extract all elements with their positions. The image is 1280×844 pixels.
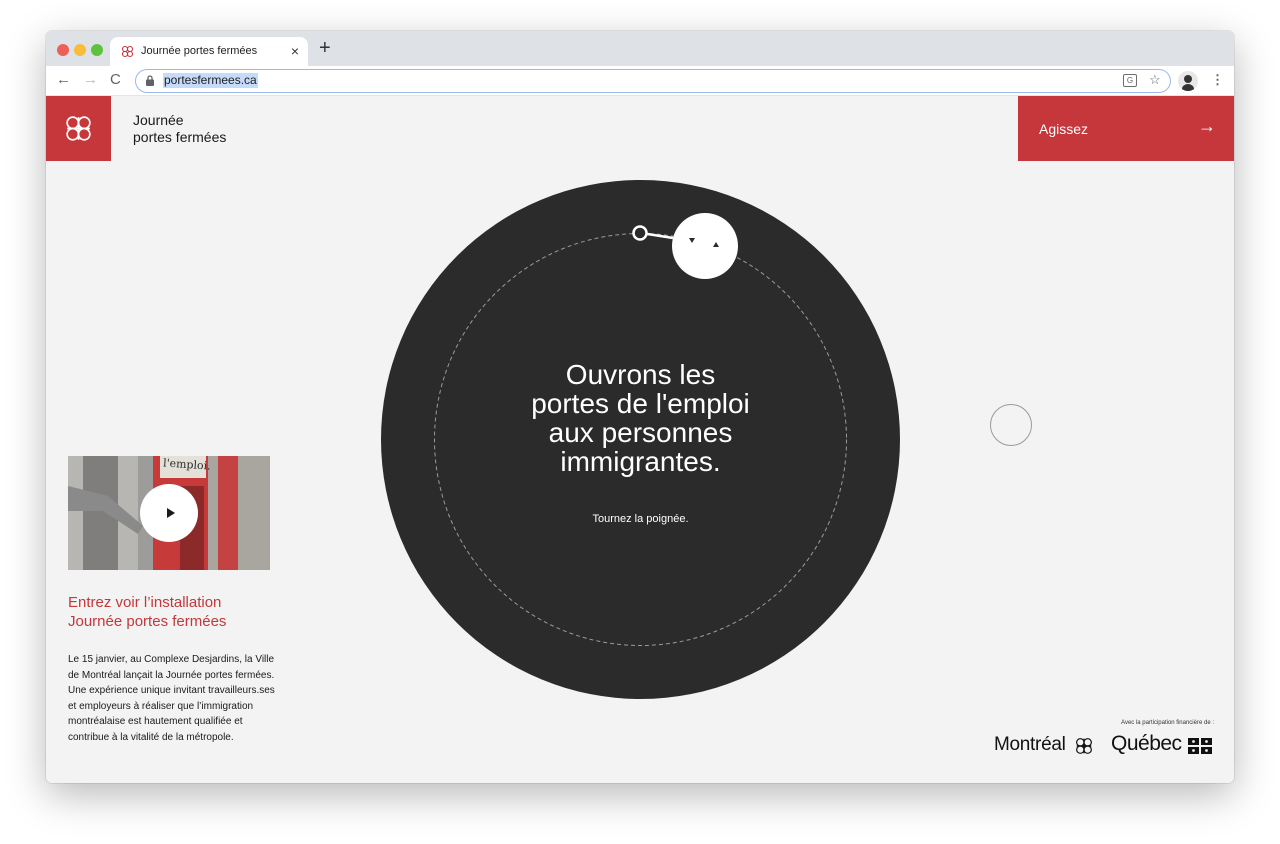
montreal-flower-icon xyxy=(66,116,91,141)
dial-handle[interactable] xyxy=(672,213,738,279)
close-window-button[interactable] xyxy=(57,44,69,56)
sponsor-caption: Avec la participation financière de : xyxy=(1121,720,1214,726)
site-title[interactable]: Journée portes fermées xyxy=(133,112,226,146)
handle-marker xyxy=(689,238,695,243)
new-tab-button[interactable]: + xyxy=(319,38,331,58)
quebec-logo-text: Québec xyxy=(1111,732,1182,755)
home-logo-button[interactable] xyxy=(46,96,111,161)
minimize-window-button[interactable] xyxy=(74,44,86,56)
site-title-line-1: Journée xyxy=(133,112,184,128)
browser-window: Journée portes fermées × + ← → C portesf… xyxy=(46,31,1234,783)
video-description: Le 15 janvier, au Complexe Desjardins, l… xyxy=(68,654,275,743)
translate-icon[interactable]: G xyxy=(1123,74,1137,87)
handle-marker xyxy=(713,242,719,247)
play-icon[interactable] xyxy=(140,484,198,542)
dial-hint: Tournez la poignée. xyxy=(592,513,689,525)
back-button[interactable]: ← xyxy=(56,71,71,89)
cursor-circle xyxy=(990,404,1032,446)
profile-avatar[interactable] xyxy=(1178,71,1198,91)
montreal-flower-icon xyxy=(1076,738,1092,754)
reload-button[interactable]: C xyxy=(110,71,121,89)
url-text[interactable]: portesfermees.ca xyxy=(163,73,258,88)
video-title-line-1: Entrez voir l’installation xyxy=(68,594,222,611)
bookmark-star-icon[interactable]: ☆ xyxy=(1149,72,1161,88)
video-thumbnail[interactable]: l'emploi. xyxy=(68,456,270,570)
quebec-flag-icon xyxy=(1188,738,1212,754)
headline-line: portes de l'emploi xyxy=(531,388,750,419)
browser-tab[interactable]: Journée portes fermées × xyxy=(110,37,308,66)
browser-menu-icon[interactable]: ⋮ xyxy=(1211,72,1224,88)
agissez-label: Agissez xyxy=(1039,121,1089,137)
headline-line: aux personnes xyxy=(548,417,733,448)
browser-toolbar: ← → C portesfermees.ca G ☆ ⋮ xyxy=(46,66,1234,96)
lock-icon xyxy=(146,75,154,86)
montreal-logo-text: Montréal xyxy=(994,734,1066,755)
tab-strip: Journée portes fermées × + xyxy=(46,31,1234,66)
close-tab-icon[interactable]: × xyxy=(291,43,299,59)
arrow-right-icon: → xyxy=(1198,116,1216,136)
page-content: Journée portes fermées Agissez → Ouvrons… xyxy=(46,96,1234,783)
headline-line: Ouvrons les xyxy=(565,359,716,390)
video-title-line-2: Journée portes fermées xyxy=(68,613,227,630)
rotary-dial[interactable]: Ouvrons les portes de l'emploi aux perso… xyxy=(381,180,900,699)
tab-title: Journée portes fermées xyxy=(141,45,258,57)
maximize-window-button[interactable] xyxy=(91,44,103,56)
address-bar[interactable]: portesfermees.ca xyxy=(135,69,1171,93)
site-title-line-2: portes fermées xyxy=(133,129,227,145)
video-title[interactable]: Entrez voir l’installation Journée porte… xyxy=(68,593,226,631)
dial-headline: Ouvrons les portes de l'emploi aux perso… xyxy=(381,360,900,476)
montreal-flower-icon xyxy=(121,45,134,58)
headline-line: immigrantes. xyxy=(560,446,721,477)
forward-button[interactable]: → xyxy=(83,71,98,89)
agissez-button[interactable]: Agissez → xyxy=(1018,96,1234,161)
